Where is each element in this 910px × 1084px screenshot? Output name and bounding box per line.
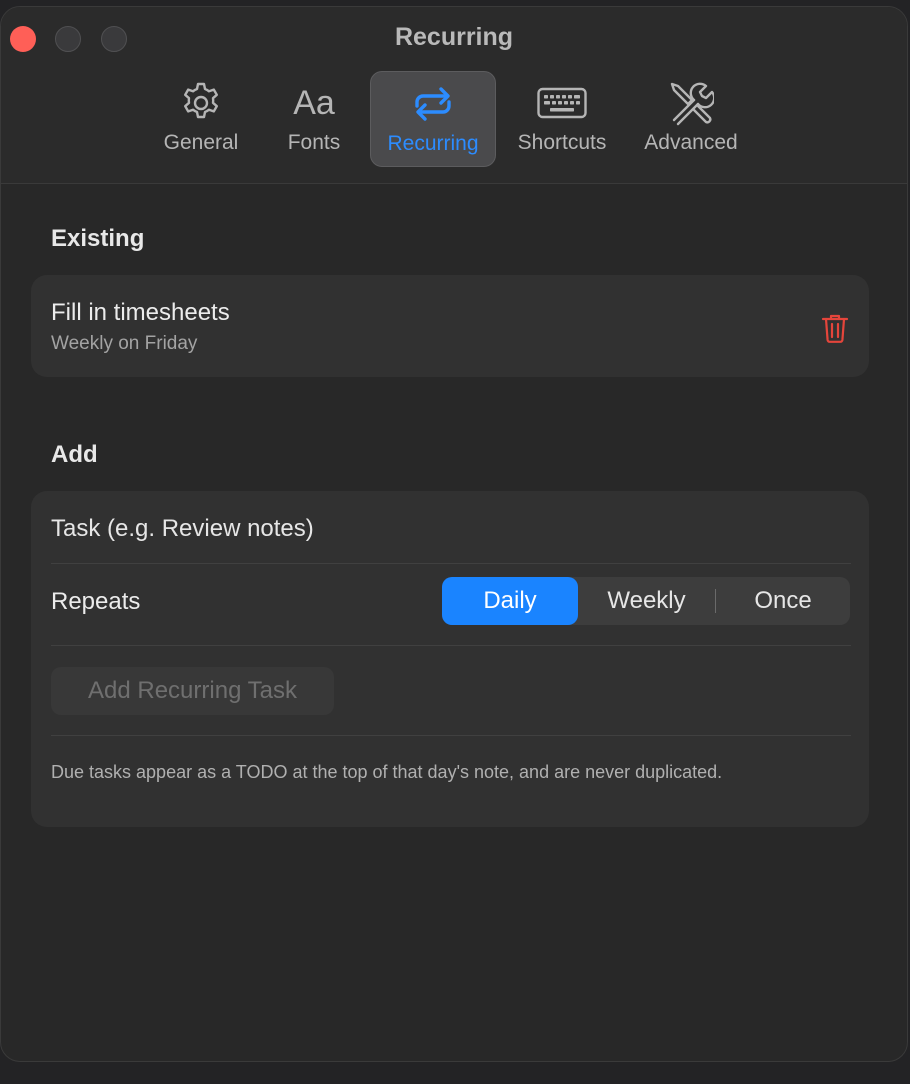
- tab-recurring-label: Recurring: [387, 132, 479, 155]
- font-icon-glyph: Aa: [293, 84, 335, 122]
- tab-recurring[interactable]: Recurring: [370, 71, 496, 167]
- tools-icon: [631, 81, 751, 126]
- task-name-input[interactable]: [51, 513, 831, 545]
- trash-icon[interactable]: [821, 313, 849, 343]
- repeat-segmented-control: Daily Weekly Once: [442, 577, 850, 625]
- existing-heading: Existing: [51, 225, 145, 252]
- toolbar: Recurring General Aa Fonts Recurring Sho…: [1, 7, 907, 184]
- tab-advanced-label: Advanced: [644, 131, 738, 154]
- repeats-label: Repeats: [51, 588, 141, 615]
- font-icon: Aa: [269, 81, 359, 125]
- keyboard-icon: [506, 81, 618, 125]
- gear-icon: [153, 81, 249, 125]
- tab-fonts[interactable]: Aa Fonts: [269, 71, 359, 167]
- repeat-option-once[interactable]: Once: [716, 577, 850, 625]
- existing-task-title: Fill in timesheets: [51, 299, 230, 326]
- tab-general[interactable]: General: [153, 71, 249, 167]
- tab-advanced[interactable]: Advanced: [631, 71, 751, 167]
- add-task-card: Repeats Daily Weekly Once Add Recurring …: [31, 491, 869, 827]
- add-recurring-task-button[interactable]: Add Recurring Task: [51, 667, 334, 715]
- tab-general-label: General: [163, 131, 239, 154]
- divider: [51, 563, 851, 564]
- tab-fonts-label: Fonts: [287, 131, 341, 154]
- settings-window: Recurring General Aa Fonts Recurring Sho…: [0, 6, 908, 1062]
- window-title: Recurring: [394, 23, 514, 51]
- help-note: Due tasks appear as a TODO at the top of…: [51, 762, 723, 782]
- tab-shortcuts-label: Shortcuts: [517, 131, 607, 154]
- tab-shortcuts[interactable]: Shortcuts: [506, 71, 618, 167]
- existing-task-card: Fill in timesheets Weekly on Friday: [31, 275, 869, 377]
- repeat-option-daily[interactable]: Daily: [442, 577, 578, 625]
- repeat-option-weekly[interactable]: Weekly: [578, 577, 715, 625]
- repeat-icon: [371, 82, 495, 126]
- divider: [51, 735, 851, 736]
- add-heading: Add: [51, 441, 98, 468]
- existing-task-schedule: Weekly on Friday: [51, 333, 198, 354]
- divider: [51, 645, 851, 646]
